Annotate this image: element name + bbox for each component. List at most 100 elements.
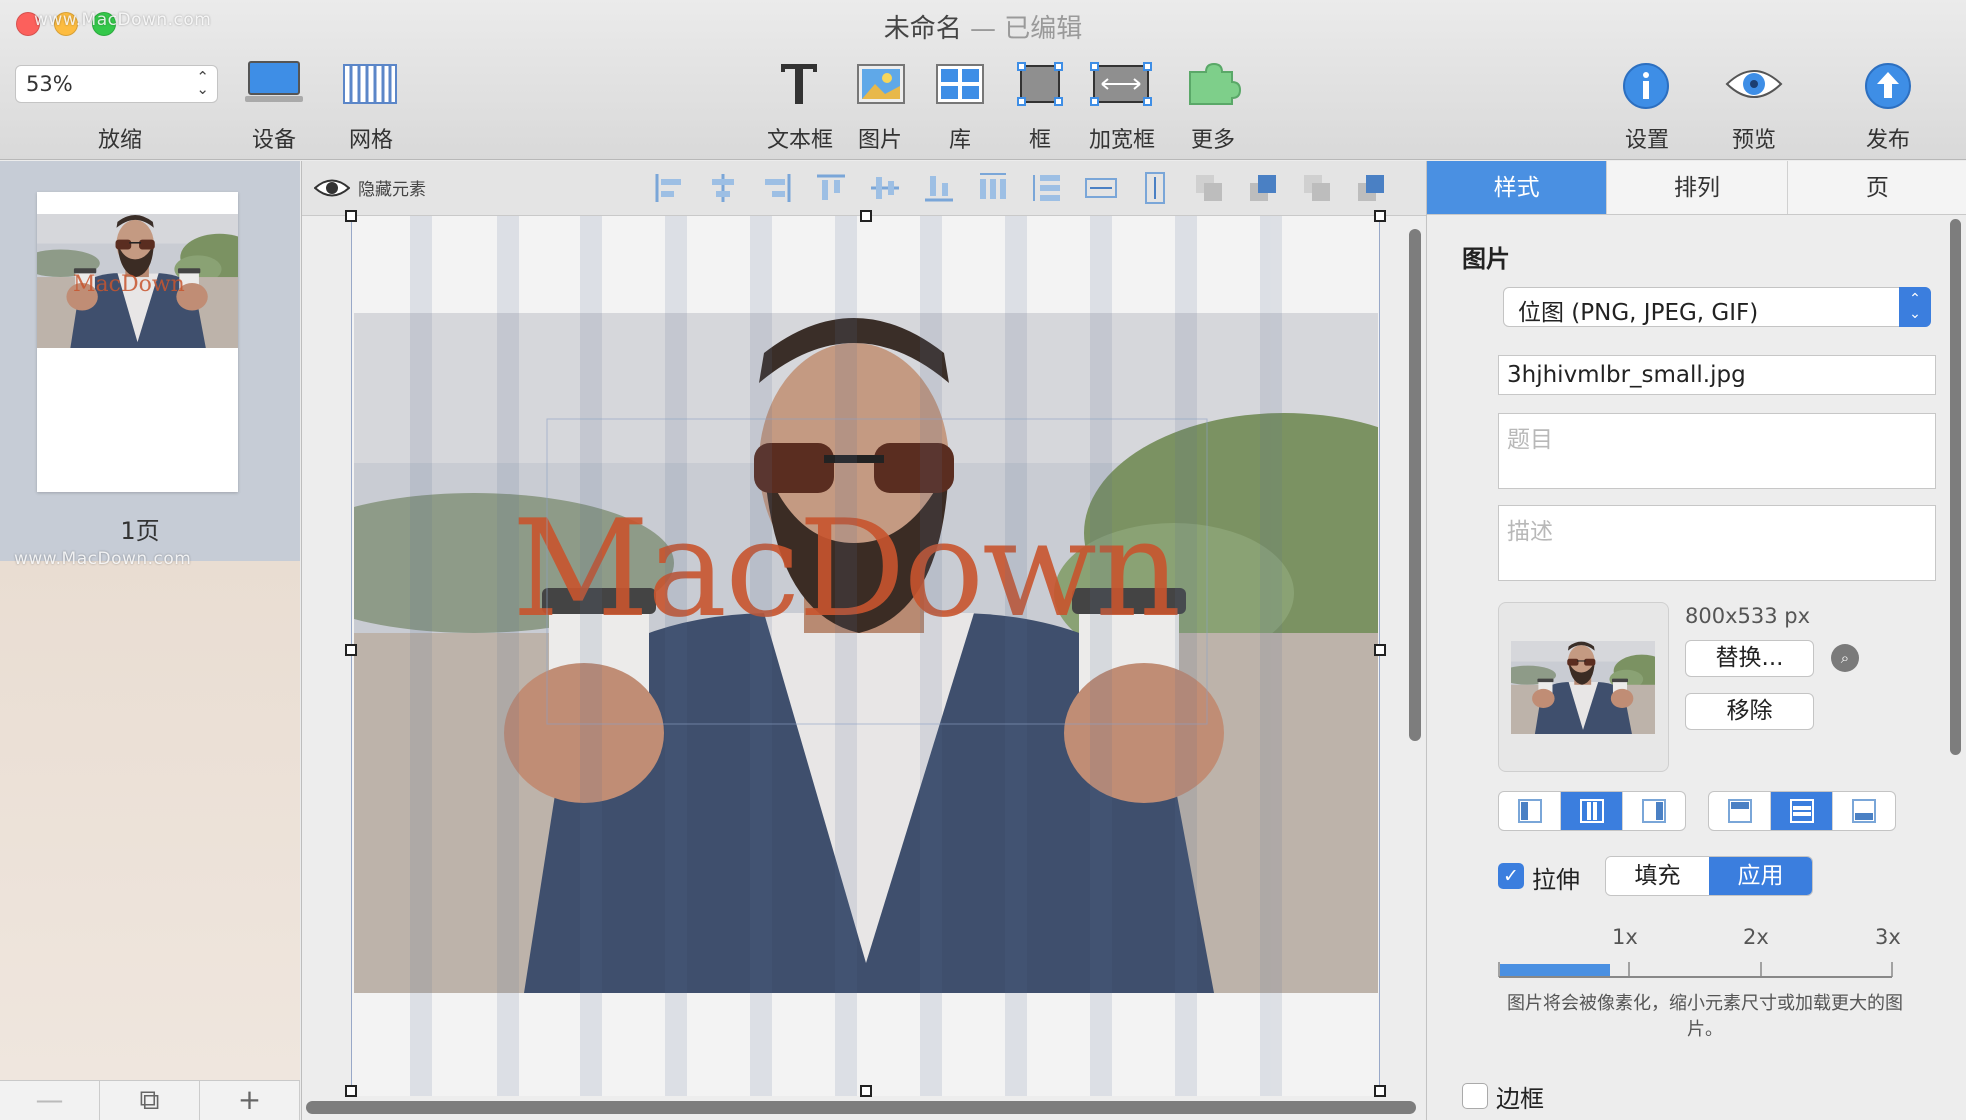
image-type-value: 位图 (PNG, JPEG, GIF) [1518,300,1759,326]
resize-handle-bottom-left[interactable] [345,1085,357,1097]
resize-handle-bottom[interactable] [860,1085,872,1097]
stretch-label: 拉伸 [1532,866,1580,894]
resize-handle-top-right[interactable] [1374,210,1386,222]
filename-field[interactable]: 3hjhivmlbr_small.jpg [1498,355,1936,395]
document-name: 未命名 [883,14,962,44]
tab-page[interactable]: 页 [1787,161,1966,214]
puzzle-icon [1189,62,1242,105]
thumbnail-photo: MacDown [37,214,238,348]
text-t-icon [781,64,817,104]
library-grid-icon [936,64,984,104]
fit-width-icon[interactable] [1084,171,1118,205]
fill-button[interactable]: 填充 [1606,857,1709,895]
border-checkbox[interactable] [1462,1083,1488,1109]
page-thumbnail[interactable]: MacDown [37,192,238,492]
textbox-label: 文本框 [766,128,833,153]
more-button[interactable] [1186,62,1244,110]
align-top-icon[interactable] [814,171,848,205]
position-middle-button[interactable] [1771,792,1833,830]
page-canvas[interactable]: MacDown [345,210,1386,1097]
duplicate-page-button[interactable]: ⧉ [100,1081,200,1120]
send-backward-icon[interactable] [1192,171,1226,205]
tab-arrange[interactable]: 排列 [1607,161,1788,214]
resize-handle-bottom-right[interactable] [1374,1085,1386,1097]
align-image-center-icon [1579,799,1604,823]
stretch-checkbox[interactable]: ✓ [1498,863,1524,889]
settings-label: 设置 [1624,128,1669,153]
fill-mode-segmented: 填充 应用 [1605,856,1813,896]
image-label: 图片 [857,128,902,153]
picture-icon [857,64,905,104]
wide-frame-button[interactable] [1090,62,1152,110]
page-number-label: 1页 [120,517,160,545]
preview-button[interactable] [1725,64,1783,108]
position-left-button[interactable] [1499,792,1561,830]
remove-button[interactable]: 移除 [1685,693,1814,730]
resize-handle-left[interactable] [345,644,357,656]
resize-handle-top-left[interactable] [345,210,357,222]
align-image-right-icon [1642,799,1666,823]
frame-label: 框 [1028,128,1051,153]
align-bottom-icon[interactable] [922,171,956,205]
bring-forward-icon[interactable] [1246,171,1280,205]
hide-elements-toggle[interactable]: 隐藏元素 [314,175,426,200]
vertical-position-segmented [1708,791,1896,831]
distribute-horizontal-icon[interactable] [976,171,1010,205]
image-type-select[interactable]: 位图 (PNG, JPEG, GIF) ⌃ ⌄ [1503,287,1931,327]
magnifier-icon[interactable]: ⌕ [1831,644,1859,672]
resize-handle-top[interactable] [860,210,872,222]
scale-fill-bar [1500,964,1610,976]
image-button[interactable] [857,64,905,108]
align-right-icon[interactable] [760,171,794,205]
border-label: 边框 [1496,1085,1544,1113]
position-bottom-button[interactable] [1833,792,1895,830]
publish-button[interactable] [1864,62,1912,114]
thumbnail-watermark: MacDown [73,272,185,297]
laptop-icon [245,61,303,102]
window-title: 未命名 — 已编辑 [0,8,1966,45]
library-label: 库 [948,128,971,153]
add-page-button[interactable]: + [200,1081,300,1120]
position-center-button[interactable] [1561,792,1623,830]
apply-button[interactable]: 应用 [1709,857,1812,895]
settings-button[interactable] [1622,62,1670,114]
replace-button[interactable]: 替换... [1685,640,1814,677]
resize-handle-right[interactable] [1374,644,1386,656]
inspector-scrollbar[interactable] [1950,219,1961,755]
remove-page-button[interactable]: — [0,1081,100,1120]
zoom-select[interactable]: 53% ⌃ ⌄ [15,65,218,103]
wide-frame-label: 加宽框 [1088,128,1155,153]
tab-style[interactable]: 样式 [1427,161,1608,214]
align-center-icon[interactable] [706,171,740,205]
library-button[interactable] [936,64,984,108]
device-button[interactable] [245,60,303,108]
pages-sidebar: MacDown 1页 [0,161,300,1080]
frame-button[interactable] [1017,62,1063,110]
align-middle-icon[interactable] [868,171,902,205]
alignment-icons [652,171,1388,205]
grid-button[interactable] [343,64,397,108]
info-icon [1623,63,1669,109]
scale-slider[interactable] [1498,958,1893,978]
hide-elements-label: 隐藏元素 [358,180,426,200]
canvas-horizontal-scrollbar[interactable] [306,1101,1416,1114]
fit-height-icon[interactable] [1138,171,1172,205]
align-left-icon[interactable] [652,171,686,205]
image-dimensions: 800x533 px [1685,604,1811,628]
frame-icon [1017,62,1063,106]
description-field[interactable]: 描述 [1498,505,1936,581]
textbox-button[interactable] [777,60,821,112]
image-section-title: 图片 [1462,245,1510,273]
zoom-label: 放缩 [97,128,142,153]
selected-image[interactable]: MacDown [354,313,1378,993]
upload-arrow-icon [1865,63,1911,109]
title-field[interactable]: 题目 [1498,413,1936,489]
scale-label-1x: 1x [1612,925,1638,949]
distribute-vertical-icon[interactable] [1030,171,1064,205]
position-top-button[interactable] [1709,792,1771,830]
canvas-vertical-scrollbar[interactable] [1409,229,1421,741]
send-to-back-icon[interactable] [1300,171,1334,205]
bring-to-front-icon[interactable] [1354,171,1388,205]
position-right-button[interactable] [1623,792,1685,830]
image-preview-well[interactable] [1498,602,1669,772]
